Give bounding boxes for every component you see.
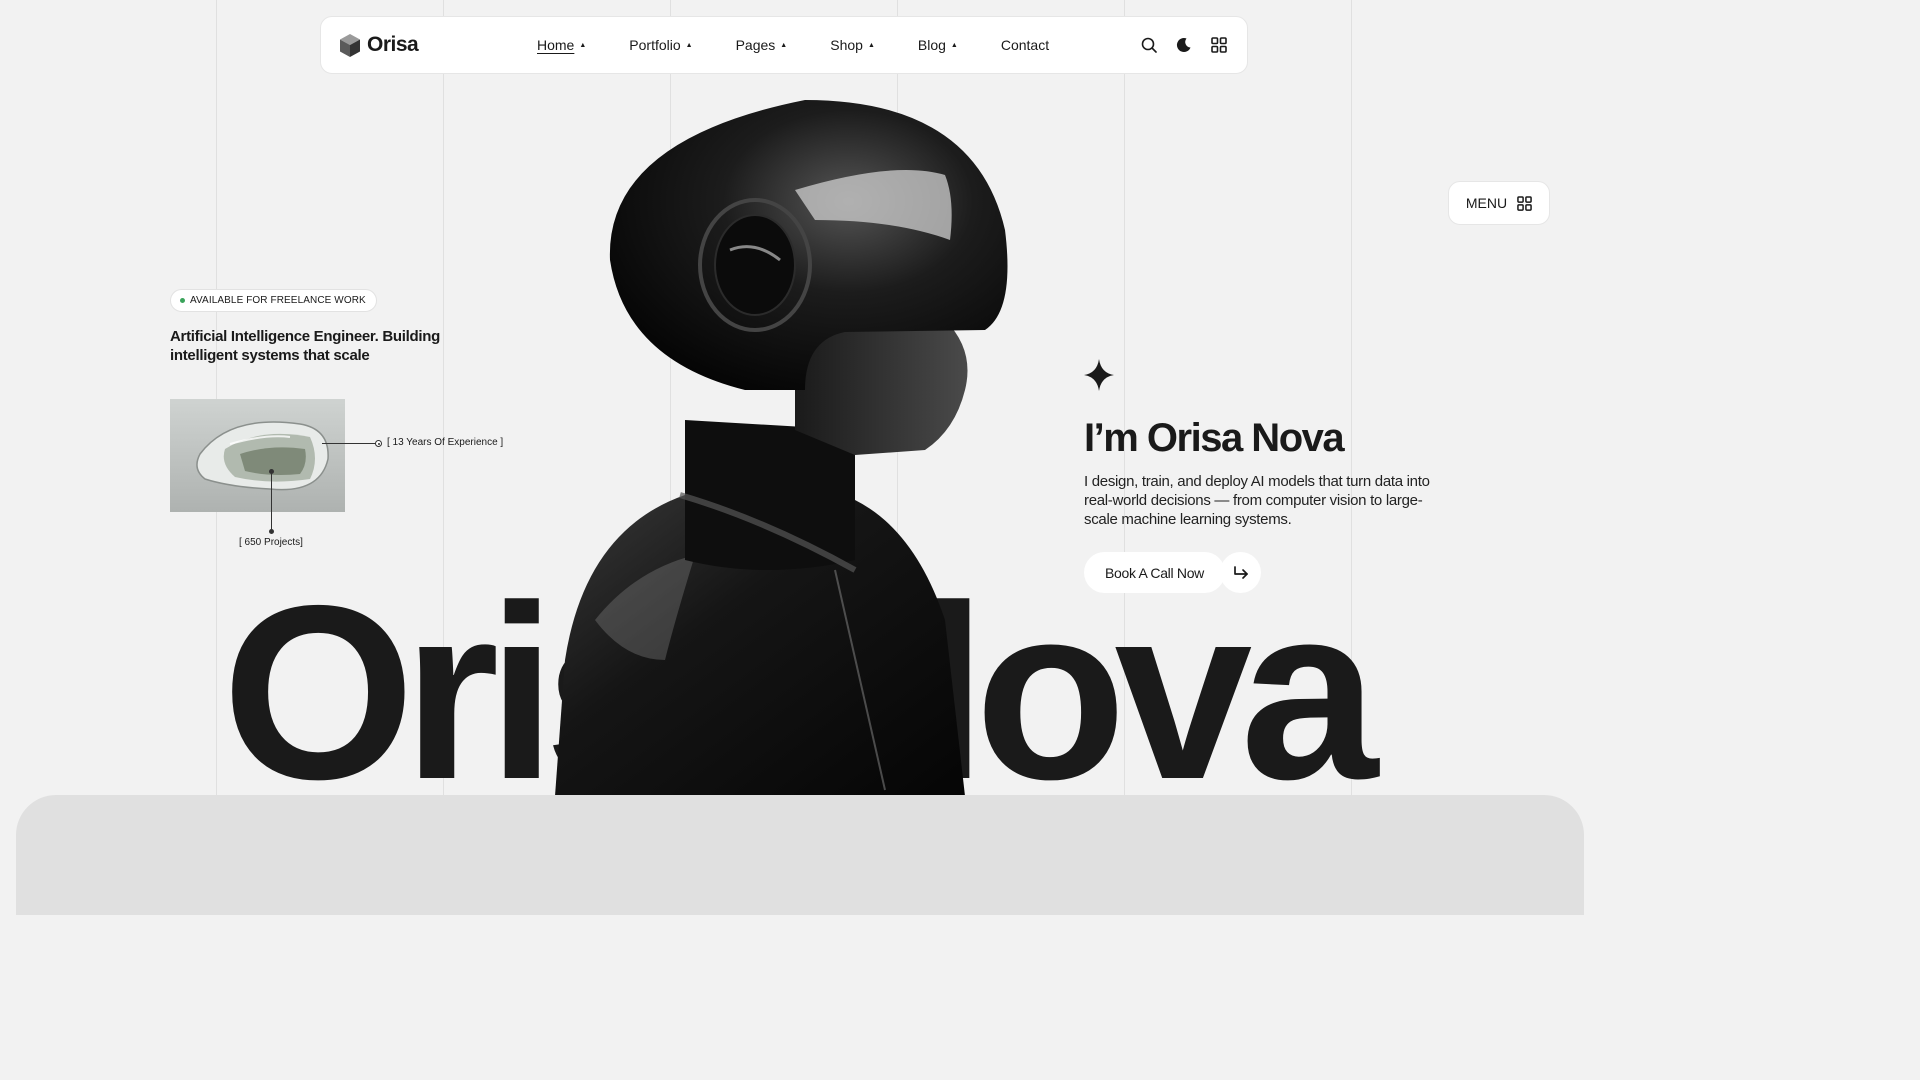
caret-up-icon: ▲ [867, 41, 875, 49]
book-call-button[interactable]: Book A Call Now [1084, 552, 1225, 593]
nav-item-contact[interactable]: Contact [1001, 37, 1049, 53]
hero-description: I design, train, and deploy AI models th… [1084, 473, 1430, 528]
bottom-section [16, 795, 1584, 915]
hero-title: I’m Orisa Nova [1084, 416, 1345, 460]
hero-portrait [555, 100, 1008, 796]
arrow-return-icon [1233, 565, 1248, 579]
projects-label: [ 650 Projects] [239, 537, 303, 548]
book-call-label: Book A Call Now [1105, 564, 1204, 581]
caret-up-icon: ▲ [950, 41, 958, 49]
caret-up-icon: ▲ [685, 41, 693, 49]
nav-item-pages[interactable]: Pages ▲ [736, 37, 788, 53]
connector-line [322, 443, 378, 444]
grid-line [216, 0, 217, 795]
grid-icon[interactable] [1209, 35, 1229, 55]
cube-logo-icon [340, 33, 360, 57]
nav-item-blog[interactable]: Blog ▲ [918, 37, 958, 53]
experience-label: [ 13 Years Of Experience ] [387, 437, 504, 448]
connector-dot [269, 529, 274, 534]
logo[interactable]: Orisa [339, 33, 529, 58]
caret-up-icon: ▲ [579, 41, 587, 49]
site-header: Orisa Home ▲ Portfolio ▲ Pages ▲ Shop ▲ … [320, 16, 1248, 74]
tagline: Artificial Intelligence Engineer. Buildi… [170, 328, 440, 364]
header-actions [1139, 35, 1229, 55]
badge-text: AVAILABLE FOR FREELANCE WORK [190, 295, 366, 306]
caret-up-icon: ▲ [780, 41, 788, 49]
logo-text: Orisa [367, 33, 419, 56]
grid-icon [1517, 195, 1532, 211]
vr-goggles-image [170, 399, 345, 512]
nav-item-home[interactable]: Home ▲ [537, 37, 586, 53]
availability-badge: AVAILABLE FOR FREELANCE WORK [170, 289, 377, 312]
menu-button[interactable]: MENU [1448, 181, 1550, 225]
connector-dot [375, 440, 382, 447]
search-icon[interactable] [1139, 35, 1159, 55]
status-dot [180, 298, 185, 303]
book-call-arrow-button[interactable] [1220, 552, 1261, 593]
nav-item-shop[interactable]: Shop ▲ [830, 37, 875, 53]
sparkle-icon [1084, 359, 1114, 391]
connector-line [271, 472, 272, 531]
menu-label: MENU [1465, 195, 1508, 211]
nav-item-portfolio[interactable]: Portfolio ▲ [629, 37, 692, 53]
main-nav: Home ▲ Portfolio ▲ Pages ▲ Shop ▲ Blog ▲… [537, 37, 1092, 53]
moon-icon[interactable] [1174, 35, 1194, 55]
